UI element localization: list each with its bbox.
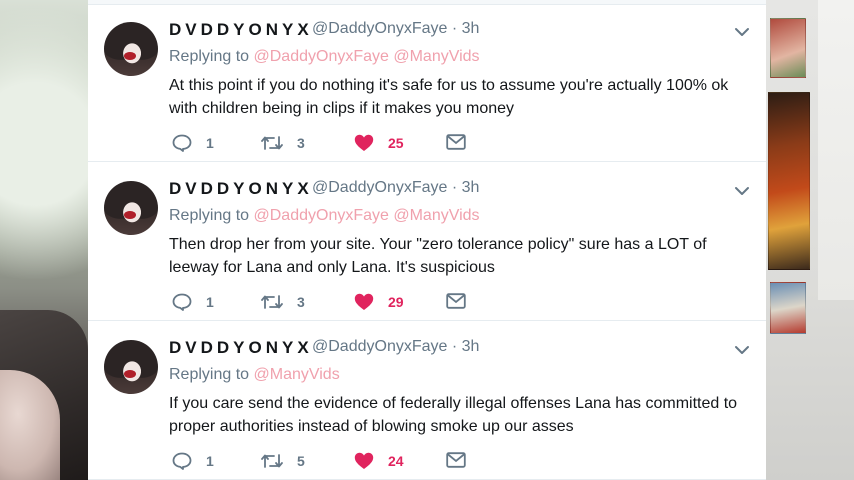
retweet-icon: [261, 295, 283, 309]
heart-icon: [354, 293, 374, 310]
reply-count: 1: [206, 135, 214, 151]
background-painting-3: [770, 282, 806, 334]
handle-timestamp[interactable]: @DaddyOnyxFaye · 3h: [312, 179, 479, 197]
tweet-text: Then drop her from your site. Your "zero…: [169, 233, 759, 279]
replying-to: Replying to @ManyVids: [169, 366, 340, 384]
heart-icon: [354, 134, 374, 151]
like-count: 25: [388, 135, 404, 151]
avatar[interactable]: [104, 181, 158, 235]
mention-links[interactable]: @DaddyOnyxFaye @ManyVids: [254, 48, 480, 65]
reply-button[interactable]: 1: [172, 134, 214, 152]
tweet-item[interactable]: DVDDYONYX @DaddyOnyxFaye · 3h Replying t…: [88, 4, 766, 162]
mail-icon: [446, 293, 466, 309]
retweet-button[interactable]: 3: [261, 134, 305, 152]
mail-icon: [446, 134, 466, 150]
like-button[interactable]: 29: [354, 293, 404, 311]
display-name[interactable]: DVDDYONYX: [169, 338, 313, 358]
retweet-icon: [261, 454, 283, 468]
direct-message-button[interactable]: [446, 293, 466, 309]
direct-message-button[interactable]: [446, 134, 466, 150]
retweet-count: 3: [297, 294, 305, 310]
retweet-icon: [261, 136, 283, 150]
background-door: [818, 0, 854, 300]
like-button[interactable]: 24: [354, 452, 404, 470]
direct-message-button[interactable]: [446, 452, 466, 468]
avatar[interactable]: [104, 340, 158, 394]
replying-to: Replying to @DaddyOnyxFaye @ManyVids: [169, 207, 480, 225]
handle-timestamp[interactable]: @DaddyOnyxFaye · 3h: [312, 338, 479, 356]
replying-to: Replying to @DaddyOnyxFaye @ManyVids: [169, 48, 480, 66]
reply-count: 1: [206, 453, 214, 469]
retweet-count: 5: [297, 453, 305, 469]
handle-timestamp[interactable]: @DaddyOnyxFaye · 3h: [312, 20, 479, 38]
tweet-text-line: with children being in clips if it makes…: [169, 100, 515, 117]
background-painting-1: [770, 18, 806, 78]
tweet-text-line: Then drop her from your site. Your "zero…: [169, 236, 707, 253]
mention-links[interactable]: @ManyVids: [254, 366, 340, 383]
chevron-down-icon[interactable]: [734, 183, 750, 199]
mail-icon: [446, 452, 466, 468]
tweet-text-line: At this point if you do nothing it's saf…: [169, 77, 729, 94]
heart-icon: [354, 452, 374, 469]
display-name[interactable]: DVDDYONYX: [169, 20, 313, 40]
tweet-text-line: proper authorities instead of blowing sm…: [169, 418, 574, 435]
replying-to-label: Replying to: [169, 48, 254, 65]
like-count: 24: [388, 453, 404, 469]
display-name[interactable]: DVDDYONYX: [169, 179, 313, 199]
tweet-text-line: If you care send the evidence of federal…: [169, 395, 738, 412]
mention-links[interactable]: @DaddyOnyxFaye @ManyVids: [254, 207, 480, 224]
avatar[interactable]: [104, 22, 158, 76]
like-button[interactable]: 25: [354, 134, 404, 152]
tweet-text-line: leeway for Lana and only Lana. It's susp…: [169, 259, 495, 276]
chevron-down-icon[interactable]: [734, 342, 750, 358]
retweet-button[interactable]: 5: [261, 452, 305, 470]
background-painting-2: [768, 92, 810, 270]
retweet-count: 3: [297, 135, 305, 151]
reply-button[interactable]: 1: [172, 452, 214, 470]
tweet-text: At this point if you do nothing it's saf…: [169, 74, 759, 120]
chevron-down-icon[interactable]: [734, 24, 750, 40]
background-left-scene: [0, 0, 88, 480]
reply-icon: [172, 134, 192, 152]
reply-count: 1: [206, 294, 214, 310]
tweet-item[interactable]: DVDDYONYX @DaddyOnyxFaye · 3h Replying t…: [88, 322, 766, 480]
retweet-button[interactable]: 3: [261, 293, 305, 311]
like-count: 29: [388, 294, 404, 310]
tweet-text: If you care send the evidence of federal…: [169, 392, 759, 438]
reply-button[interactable]: 1: [172, 293, 214, 311]
tweet-item[interactable]: DVDDYONYX @DaddyOnyxFaye · 3h Replying t…: [88, 163, 766, 321]
replying-to-label: Replying to: [169, 207, 254, 224]
tweet-thread-panel: DVDDYONYX @DaddyOnyxFaye · 3h Replying t…: [88, 0, 766, 480]
reply-icon: [172, 452, 192, 470]
reply-icon: [172, 293, 192, 311]
replying-to-label: Replying to: [169, 366, 254, 383]
